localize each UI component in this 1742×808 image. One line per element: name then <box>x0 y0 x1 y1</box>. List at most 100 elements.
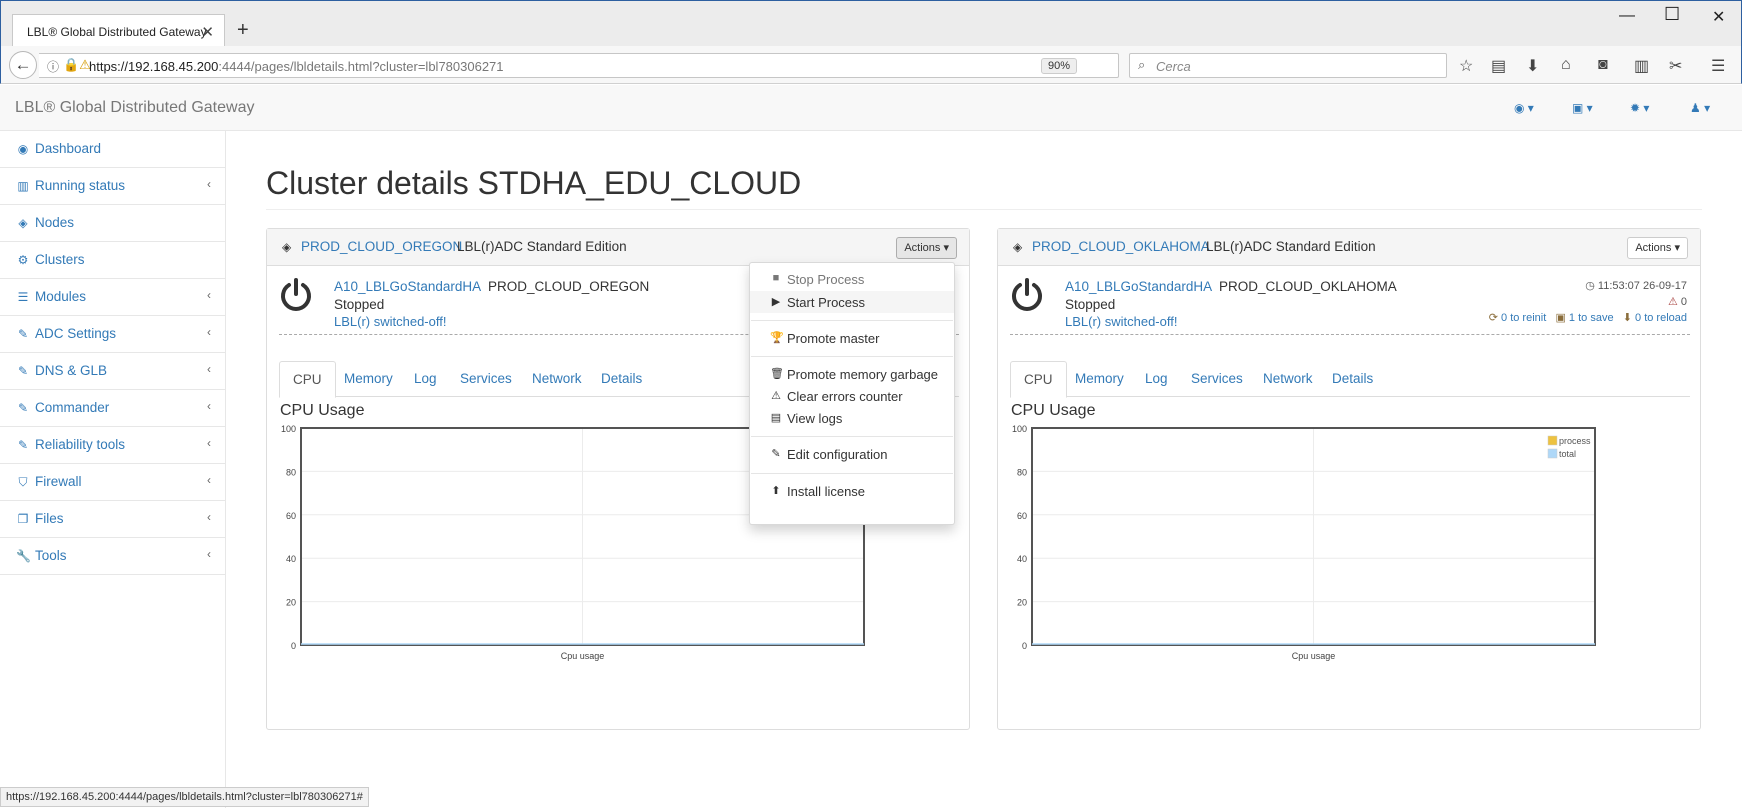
menu-item-label: Install license <box>787 484 866 499</box>
new-tab-icon[interactable]: + <box>237 19 249 42</box>
menu-item-promote-memory-garbage[interactable]: 🗑 Promote memory garbage <box>750 363 954 385</box>
trash-icon: 🗑 <box>770 368 784 380</box>
menu-item-start-process[interactable]: ▶ Start Process <box>750 291 954 313</box>
actions-dropdown-menu: ■ Stop Process ▶ Start Process 🏆 Promote… <box>749 262 955 525</box>
menu-item-label: Promote memory garbage <box>787 367 939 382</box>
home-icon[interactable]: ⌂ <box>1561 56 1571 74</box>
menu-item-stop-process[interactable]: ■ Stop Process <box>750 268 954 290</box>
app-header: LBL® Global Distributed Gateway ◉ ▾ ▣ ▾ … <box>0 85 1742 131</box>
sidebar-item-modules[interactable]: ☰ Modules ‹ <box>0 279 225 316</box>
sidebar-item-label: Dashboard <box>35 141 102 156</box>
actions-button[interactable]: Actions ▾ <box>896 237 957 259</box>
tab-network[interactable]: Network <box>519 361 595 397</box>
sidebar-item-adc-settings[interactable]: ✎ ADC Settings ‹ <box>0 316 225 353</box>
tab-services[interactable]: Services <box>447 361 525 397</box>
tab-memory[interactable]: Memory <box>1062 361 1137 397</box>
url-bar[interactable]: ⓘ 🔒⚠ https://192.168.45.200:4444/pages/l… <box>39 53 1149 78</box>
close-window-icon[interactable]: ✕ <box>1712 7 1725 27</box>
sidebar-item-label: Commander <box>35 400 110 415</box>
menu-item-view-logs[interactable]: ▤ View logs <box>750 407 954 429</box>
legend-swatch <box>1547 435 1558 446</box>
settings-menu-icon[interactable]: ✹ ▾ <box>1630 101 1649 115</box>
menu-item-install-license[interactable]: ⬆ Install license <box>750 480 954 502</box>
tab-details[interactable]: Details <box>1319 361 1386 397</box>
panel-header: ◈ PROD_CLOUD_OKLAHOMA LBL(r)ADC Standard… <box>998 229 1700 266</box>
tab-network[interactable]: Network <box>1250 361 1326 397</box>
sidebar-item-reliability-tools[interactable]: ✎ Reliability tools ‹ <box>0 427 225 464</box>
actions-button[interactable]: Actions ▾ <box>1627 237 1688 259</box>
to-reinit[interactable]: 0 to reinit <box>1501 312 1546 324</box>
maximize-icon[interactable]: ☐ <box>1664 4 1680 25</box>
menu-item-clear-errors-counter[interactable]: ⚠ Clear errors counter <box>750 385 954 407</box>
download-icon: ⬇ <box>1622 312 1632 324</box>
sidebar-toggle-icon[interactable]: ▥ <box>1634 56 1649 76</box>
sidebar-item-nodes[interactable]: ◈ Nodes <box>0 205 225 242</box>
url-text[interactable]: https://192.168.45.200:4444/pages/lbldet… <box>89 59 504 74</box>
y-tick-label: 20 <box>1017 598 1027 608</box>
stop-icon: ■ <box>772 272 780 284</box>
sidebar-item-label: Files <box>35 511 64 526</box>
sidebar-item-label: Modules <box>35 289 87 304</box>
menu-item-label: Edit configuration <box>787 447 888 462</box>
close-tab-icon[interactable]: ✕ <box>201 23 214 41</box>
url-path: :4444/pages/lbldetails.html?cluster=lbl7… <box>218 59 504 74</box>
to-reload[interactable]: 0 to reload <box>1635 312 1687 324</box>
cluster-link[interactable]: PROD_CLOUD_OREGON <box>301 239 462 254</box>
node-divider <box>1010 334 1690 335</box>
y-tick-label: 0 <box>291 641 296 651</box>
tab-services[interactable]: Services <box>1178 361 1256 397</box>
sidebar-item-files[interactable]: ❐ Files ‹ <box>0 501 225 538</box>
reading-list-icon[interactable]: ▤ <box>1491 56 1506 76</box>
sidebar-item-tools[interactable]: 🔧 Tools ‹ <box>0 538 225 575</box>
back-icon[interactable]: ← <box>9 51 37 79</box>
chevron-left-icon: ‹ <box>207 362 211 376</box>
tab-log[interactable]: Log <box>1132 361 1181 397</box>
bookmark-star-icon[interactable]: ☆ <box>1459 56 1473 76</box>
sidebar-item-dashboard[interactable]: ◉ Dashboard <box>0 131 225 168</box>
tab-memory[interactable]: Memory <box>331 361 406 397</box>
save-menu-icon[interactable]: ▣ ▾ <box>1572 101 1593 115</box>
sidebar-item-commander[interactable]: ✎ Commander ‹ <box>0 390 225 427</box>
tab-log[interactable]: Log <box>401 361 450 397</box>
shield-icon: ⛉ <box>18 475 28 489</box>
app-brand[interactable]: LBL® Global Distributed Gateway <box>15 99 254 117</box>
zoom-indicator[interactable]: 90% <box>1041 58 1078 74</box>
to-save[interactable]: 1 to save <box>1569 312 1614 324</box>
pocket-icon[interactable]: ◙ <box>1598 56 1608 74</box>
menu-item-edit-configuration[interactable]: ✎ Edit configuration <box>750 443 954 465</box>
menu-item-promote-master[interactable]: 🏆 Promote master <box>750 327 954 349</box>
cluster-panel-oklahoma: ◈ PROD_CLOUD_OKLAHOMA LBL(r)ADC Standard… <box>997 228 1701 730</box>
search-bar[interactable]: ⌕ Cerca <box>1129 53 1447 78</box>
config-counters: ⟳ 0 to reinit ▣ 1 to save ⬇ 0 to reload <box>1489 311 1687 324</box>
legend-label: process <box>1559 436 1591 446</box>
node-link[interactable]: A10_LBLGoStandardHA <box>1065 279 1212 294</box>
sidebar-item-firewall[interactable]: ⛉ Firewall ‹ <box>0 464 225 501</box>
sidebar-item-clusters[interactable]: ⚙ Clusters <box>0 242 225 279</box>
node-message[interactable]: LBL(r) switched-off! <box>334 314 446 329</box>
panel-header: ◈ PROD_CLOUD_OREGON LBL(r)ADC Standard E… <box>267 229 969 266</box>
user-menu-icon[interactable]: ♟ ▾ <box>1690 101 1710 115</box>
sidebar-item-label: Running status <box>35 178 126 193</box>
minimize-icon[interactable]: — <box>1619 7 1635 25</box>
node-link[interactable]: A10_LBLGoStandardHA <box>334 279 481 294</box>
sidebar-item-dns-glb[interactable]: ✎ DNS & GLB ‹ <box>0 353 225 390</box>
browser-tab[interactable]: LBL® Global Distributed Gateway ✕ <box>12 14 225 47</box>
chevron-left-icon: ‹ <box>207 325 211 339</box>
sidebar-item-running-status[interactable]: ▥ Running status ‹ <box>0 168 225 205</box>
cluster-link[interactable]: PROD_CLOUD_OKLAHOMA <box>1032 239 1210 254</box>
insecure-warning-icon[interactable]: 🔒⚠ <box>63 57 91 73</box>
tab-cpu[interactable]: CPU <box>1010 361 1067 398</box>
info-icon[interactable]: ⓘ <box>47 58 59 75</box>
tab-cpu[interactable]: CPU <box>279 361 336 398</box>
files-icon: ❐ <box>17 512 29 526</box>
download-icon[interactable]: ⬇ <box>1526 56 1539 76</box>
refresh-icon: ⟳ <box>1488 312 1498 324</box>
cube-icon: ◈ <box>1013 240 1023 254</box>
menu-divider <box>751 473 953 474</box>
tab-details[interactable]: Details <box>588 361 655 397</box>
node-message[interactable]: LBL(r) switched-off! <box>1065 314 1177 329</box>
screenshot-icon[interactable]: ✂ <box>1669 56 1682 76</box>
dashboard-menu-icon[interactable]: ◉ ▾ <box>1514 101 1534 115</box>
hamburger-menu-icon[interactable]: ☰ <box>1711 56 1725 76</box>
main-content: Cluster details STDHA_EDU_CLOUD ◈ PROD_C… <box>226 131 1742 808</box>
